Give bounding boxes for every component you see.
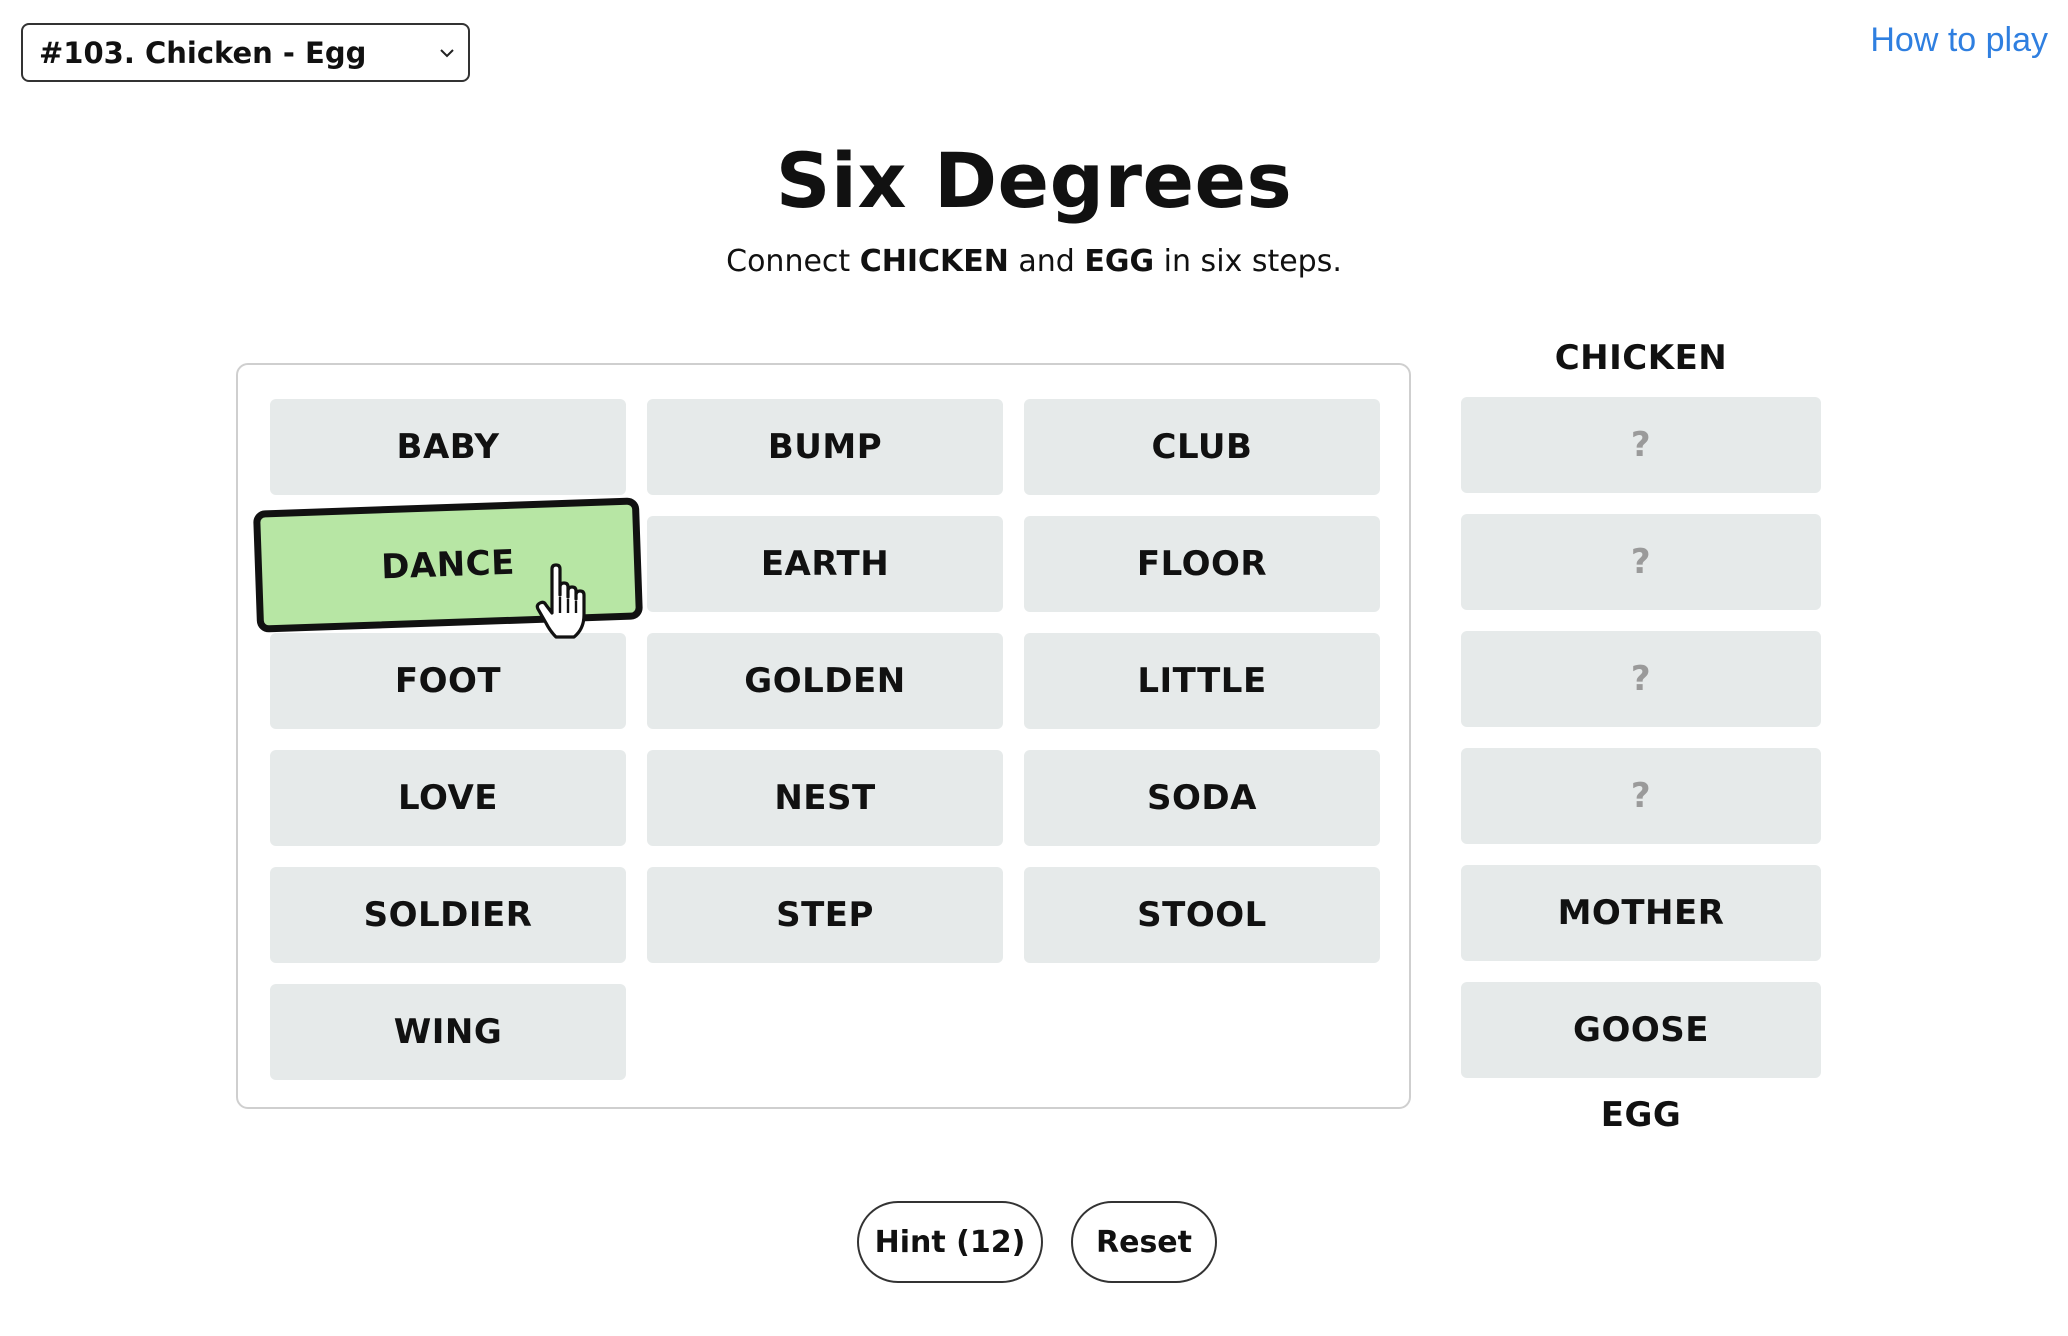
word-tile[interactable]: FLOOR xyxy=(1024,516,1380,612)
page-title: Six Degrees xyxy=(775,136,1293,225)
hand-pointer-icon xyxy=(535,563,586,639)
subtitle-start-word: CHICKEN xyxy=(859,244,1009,279)
chain-slot-filled[interactable]: MOTHER xyxy=(1461,865,1821,961)
subtitle-end-word: EGG xyxy=(1084,244,1155,279)
word-tile[interactable]: SODA xyxy=(1024,750,1380,846)
puzzle-selector[interactable]: #103. Chicken - Egg xyxy=(21,23,470,82)
chain-start-label: CHICKEN xyxy=(1554,338,1728,378)
word-tile[interactable]: CLUB xyxy=(1024,399,1380,495)
word-tile[interactable]: FOOT xyxy=(270,633,626,729)
subtitle-middle: and xyxy=(1008,244,1085,279)
puzzle-selector-value: #103. Chicken - Egg xyxy=(39,35,367,70)
reset-button[interactable]: Reset xyxy=(1071,1201,1217,1283)
chain-slot-filled[interactable]: GOOSE xyxy=(1461,982,1821,1078)
word-tile[interactable]: STOOL xyxy=(1024,867,1380,963)
word-tile[interactable]: SOLDIER xyxy=(270,867,626,963)
word-tile[interactable]: STEP xyxy=(647,867,1003,963)
word-tile[interactable]: LITTLE xyxy=(1024,633,1380,729)
word-tile[interactable]: LOVE xyxy=(270,750,626,846)
hint-button[interactable]: Hint (12) xyxy=(857,1201,1043,1283)
chain-slot-empty[interactable]: ? xyxy=(1461,397,1821,493)
chevron-down-icon xyxy=(440,48,454,57)
how-to-play-link[interactable]: How to play xyxy=(1870,21,2048,60)
chain-slot-empty[interactable]: ? xyxy=(1461,631,1821,727)
subtitle-suffix: in six steps. xyxy=(1154,244,1342,279)
chain-end-label: EGG xyxy=(1600,1095,1682,1135)
page-subtitle: Connect CHICKEN and EGG in six steps. xyxy=(0,244,2068,279)
word-tile[interactable]: BUMP xyxy=(647,399,1003,495)
word-tile[interactable]: WING xyxy=(270,984,626,1080)
chain-slot-empty[interactable]: ? xyxy=(1461,748,1821,844)
word-tile[interactable]: NEST xyxy=(647,750,1003,846)
word-tile[interactable]: BABY xyxy=(270,399,626,495)
word-tile[interactable]: EARTH xyxy=(647,516,1003,612)
word-grid: BABY BUMP CLUB DANCE EARTH FLOOR FOOT GO… xyxy=(236,363,1411,1109)
subtitle-prefix: Connect xyxy=(726,244,860,279)
chain-slot-empty[interactable]: ? xyxy=(1461,514,1821,610)
word-tile[interactable]: GOLDEN xyxy=(647,633,1003,729)
